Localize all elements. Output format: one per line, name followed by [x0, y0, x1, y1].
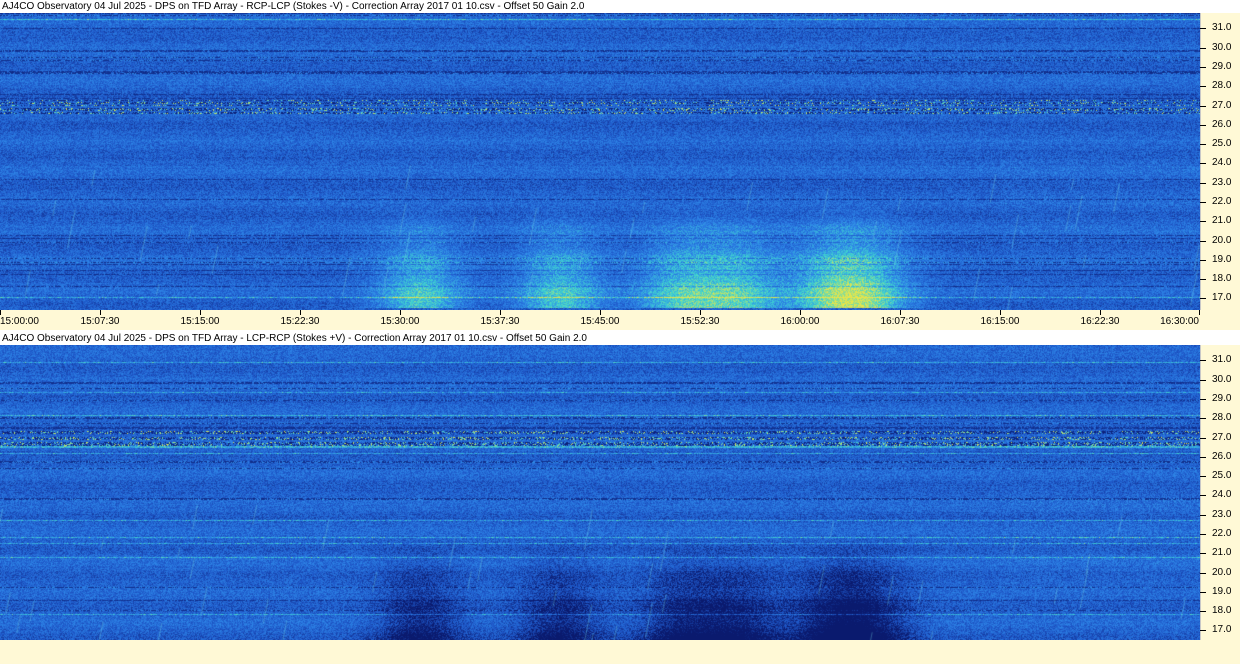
x-tick-label: 15:22:30 — [280, 316, 320, 327]
x-tick-label: 16:22:30 — [1080, 316, 1120, 327]
spectrogram-panel-bottom: AJ4CO Observatory 04 Jul 2025 - DPS on T… — [0, 332, 1240, 642]
y-tick-mark — [1200, 418, 1206, 420]
y-tick-mark — [1200, 182, 1206, 184]
y-tick-mark — [1200, 379, 1206, 381]
y-tick-label: 29.0 — [1212, 393, 1232, 404]
y-tick-label: 17.0 — [1212, 292, 1232, 304]
y-tick-mark — [1200, 86, 1206, 88]
x-tick-label: 15:15:00 — [180, 316, 220, 327]
x-tick-mark — [700, 310, 701, 315]
panel-title: AJ4CO Observatory 04 Jul 2025 - DPS on T… — [2, 333, 587, 344]
y-tick-mark — [1200, 360, 1206, 362]
y-tick-label: 23.0 — [1212, 508, 1232, 520]
y-tick-mark — [1200, 591, 1206, 593]
x-tick-mark — [1000, 310, 1001, 315]
x-tick-mark — [400, 310, 401, 315]
y-tick-label: 30.0 — [1212, 41, 1232, 53]
y-tick-mark — [1200, 553, 1206, 555]
x-tick-mark — [500, 310, 501, 315]
x-tick-mark — [1100, 310, 1101, 315]
y-tick-mark — [1200, 163, 1206, 165]
y-tick-label: 20.0 — [1212, 234, 1232, 246]
panel-title: AJ4CO Observatory 04 Jul 2025 - DPS on T… — [2, 1, 585, 12]
x-tick-label: 15:52:30 — [680, 316, 720, 327]
x-tick-mark — [1199, 310, 1200, 315]
x-tick-label: 16:15:00 — [980, 316, 1020, 327]
y-tick-label: 28.0 — [1212, 80, 1232, 92]
y-tick-label: 29.0 — [1212, 61, 1232, 72]
x-tick-mark — [100, 310, 101, 315]
x-tick-label: 15:30:00 — [380, 316, 420, 327]
y-tick-label: 20.0 — [1212, 566, 1232, 578]
x-tick-mark — [800, 310, 801, 315]
y-tick-mark — [1200, 298, 1206, 300]
y-tick-label: 30.0 — [1212, 373, 1232, 385]
x-tick-mark — [600, 310, 601, 315]
y-tick-mark — [1200, 630, 1206, 632]
y-tick-label: 22.0 — [1212, 528, 1232, 539]
y-tick-label: 31.0 — [1212, 22, 1232, 34]
x-tick-mark — [0, 310, 1, 315]
y-tick-label: 21.0 — [1212, 215, 1232, 227]
y-tick-mark — [1200, 279, 1206, 281]
y-tick-mark — [1200, 259, 1206, 261]
spectrogram-canvas — [0, 13, 1200, 310]
y-tick-label: 17.0 — [1212, 624, 1232, 636]
y-tick-mark — [1200, 456, 1206, 458]
x-tick-label: 16:30:00 — [1160, 316, 1199, 327]
y-tick-mark — [1200, 476, 1206, 478]
y-tick-mark — [1200, 572, 1206, 574]
y-tick-label: 21.0 — [1212, 547, 1232, 559]
y-tick-label: 28.0 — [1212, 412, 1232, 424]
y-tick-label: 22.0 — [1212, 196, 1232, 207]
y-tick-label: 27.0 — [1212, 99, 1232, 111]
y-tick-label: 23.0 — [1212, 176, 1232, 188]
x-tick-mark — [900, 310, 901, 315]
y-tick-mark — [1200, 202, 1206, 203]
y-tick-mark — [1200, 437, 1206, 439]
y-tick-mark — [1200, 67, 1206, 68]
y-tick-mark — [1200, 495, 1206, 497]
spectrogram-canvas — [0, 345, 1200, 642]
x-tick-mark — [300, 310, 301, 315]
y-tick-mark — [1200, 221, 1206, 223]
x-tick-mark — [200, 310, 201, 315]
y-tick-mark — [1200, 124, 1206, 126]
y-tick-label: 25.0 — [1212, 470, 1232, 482]
y-tick-label: 19.0 — [1212, 585, 1232, 597]
y-tick-mark — [1200, 534, 1206, 535]
y-tick-label: 31.0 — [1212, 354, 1232, 366]
y-tick-label: 19.0 — [1212, 253, 1232, 265]
x-tick-label: 15:45:00 — [580, 316, 620, 327]
y-tick-mark — [1200, 144, 1206, 146]
y-tick-label: 26.0 — [1212, 450, 1232, 462]
y-tick-mark — [1200, 399, 1206, 400]
y-tick-label: 25.0 — [1212, 138, 1232, 150]
y-tick-label: 24.0 — [1212, 157, 1232, 169]
y-tick-label: 26.0 — [1212, 118, 1232, 130]
y-tick-mark — [1200, 240, 1206, 242]
y-tick-label: 18.0 — [1212, 605, 1232, 617]
spectrogram-panel-top: AJ4CO Observatory 04 Jul 2025 - DPS on T… — [0, 0, 1240, 330]
spectrogram-plot — [0, 345, 1200, 642]
x-tick-label: 16:00:00 — [780, 316, 820, 327]
y-tick-mark — [1200, 28, 1206, 30]
bottom-strip — [0, 640, 1240, 664]
x-tick-label: 15:37:30 — [480, 316, 520, 327]
y-tick-mark — [1200, 105, 1206, 107]
y-tick-label: 27.0 — [1212, 431, 1232, 443]
y-tick-mark — [1200, 514, 1206, 516]
y-tick-mark — [1200, 47, 1206, 49]
y-tick-label: 24.0 — [1212, 489, 1232, 501]
x-tick-label: 15:07:30 — [80, 316, 120, 327]
x-tick-label: 16:07:30 — [880, 316, 920, 327]
spectrogram-plot — [0, 13, 1200, 310]
y-tick-mark — [1200, 611, 1206, 613]
x-tick-label: 15:00:00 — [0, 316, 39, 327]
y-tick-label: 18.0 — [1212, 273, 1232, 285]
